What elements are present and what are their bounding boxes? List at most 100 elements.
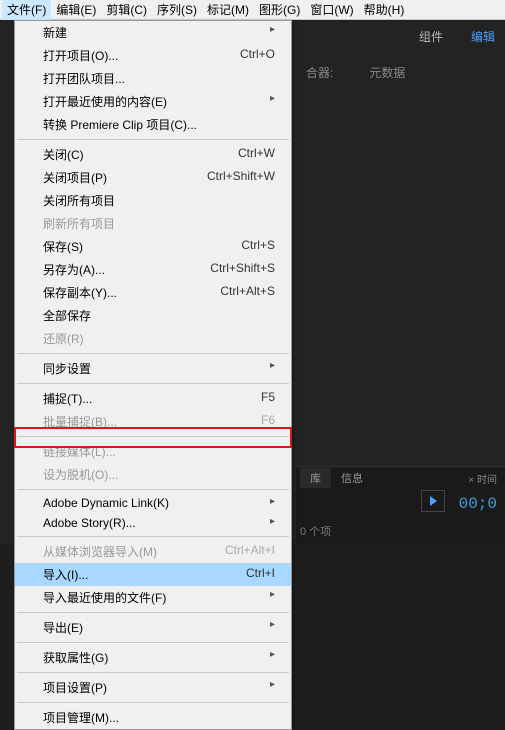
play-button[interactable]: [421, 490, 445, 512]
menu-item[interactable]: 打开团队项目...: [15, 67, 291, 90]
menubar-item[interactable]: 文件(F): [2, 0, 51, 20]
menu-item[interactable]: 导入最近使用的文件(F): [15, 586, 291, 609]
menu-separator: [17, 353, 289, 354]
menu-item-label: 项目设置(P): [43, 679, 270, 696]
menu-item-label: 全部保存: [43, 307, 275, 324]
timecode: 00;0: [459, 495, 497, 513]
bottom-tab[interactable]: 库: [300, 468, 331, 488]
menu-item-label: Adobe Dynamic Link(K): [43, 496, 270, 510]
menubar-item[interactable]: 标记(M): [202, 0, 254, 20]
menu-separator: [17, 489, 289, 490]
timeline-area: 库信息 × 时间 00;0 0 个项: [296, 466, 505, 544]
menu-item[interactable]: 导出(E): [15, 616, 291, 639]
menu-item-label: Adobe Story(R)...: [43, 516, 270, 530]
menu-item-label: 导入最近使用的文件(F): [43, 589, 270, 606]
menu-item[interactable]: 另存为(A)... Ctrl+Shift+S: [15, 258, 291, 281]
menubar-item[interactable]: 编辑(E): [51, 0, 101, 20]
panel-tabs: 组件编辑: [417, 24, 497, 49]
menu-item[interactable]: 导入(I)... Ctrl+I: [15, 563, 291, 586]
menu-separator: [17, 702, 289, 703]
menu-item[interactable]: 获取属性(G): [15, 646, 291, 669]
panel-tab[interactable]: 编辑: [469, 24, 497, 49]
menu-item[interactable]: 项目设置(P): [15, 676, 291, 699]
menu-bar: 文件(F)编辑(E)剪辑(C)序列(S)标记(M)图形(G)窗口(W)帮助(H): [0, 0, 505, 20]
menu-item-label: 同步设置: [43, 360, 270, 377]
menu-item: 链接媒体(L)...: [15, 440, 291, 463]
panel-sublabels: 合器: 元数据: [306, 64, 405, 81]
menu-item-label: 获取属性(G): [43, 649, 270, 666]
menu-item-label: 关闭所有项目: [43, 192, 275, 209]
menu-item-label: 打开最近使用的内容(E): [43, 93, 270, 110]
menu-item[interactable]: 新建: [15, 21, 291, 44]
menu-item-label: 导入(I)...: [43, 566, 226, 583]
menu-item[interactable]: 打开最近使用的内容(E): [15, 90, 291, 113]
menu-item-label: 打开项目(O)...: [43, 47, 220, 64]
menu-item-label: 捕捉(T)...: [43, 390, 241, 407]
menu-item-label: 设为脱机(O)...: [43, 466, 275, 483]
menu-item-shortcut: Ctrl+I: [246, 566, 275, 583]
menu-item-label: 批量捕捉(B)...: [43, 413, 241, 430]
menu-item: 刷新所有项目: [15, 212, 291, 235]
menu-item[interactable]: 保存(S) Ctrl+S: [15, 235, 291, 258]
menu-item-label: 保存(S): [43, 238, 221, 255]
menu-separator: [17, 139, 289, 140]
menu-item: 设为脱机(O)...: [15, 463, 291, 486]
menu-item-shortcut: Ctrl+Shift+S: [210, 261, 275, 278]
menu-item[interactable]: 同步设置: [15, 357, 291, 380]
menubar-item[interactable]: 序列(S): [152, 0, 202, 20]
item-count: 0 个项: [300, 523, 331, 539]
panel-sublabel: 合器:: [306, 64, 333, 81]
menu-item-label: 关闭项目(P): [43, 169, 187, 186]
menu-item: 还原(R): [15, 327, 291, 350]
menu-item-shortcut: Ctrl+Alt+S: [220, 284, 275, 301]
menu-item-label: 保存副本(Y)...: [43, 284, 200, 301]
menu-item-label: 打开团队项目...: [43, 70, 275, 87]
menu-item[interactable]: 保存副本(Y)... Ctrl+Alt+S: [15, 281, 291, 304]
bottom-tab[interactable]: 信息: [333, 468, 371, 488]
menu-item-label: 转换 Premiere Clip 项目(C)...: [43, 116, 275, 133]
menu-item[interactable]: Adobe Story(R)...: [15, 513, 291, 533]
menu-separator: [17, 642, 289, 643]
menu-item-label: 关闭(C): [43, 146, 218, 163]
menu-item[interactable]: 全部保存: [15, 304, 291, 327]
menu-separator: [17, 612, 289, 613]
menu-item-shortcut: Ctrl+S: [241, 238, 275, 255]
bottom-tabs: 库信息 × 时间: [296, 467, 505, 489]
menubar-item[interactable]: 窗口(W): [305, 0, 358, 20]
menu-item: 批量捕捉(B)... F6: [15, 410, 291, 433]
menubar-item[interactable]: 剪辑(C): [101, 0, 152, 20]
menu-item-shortcut: Ctrl+O: [240, 47, 275, 64]
menubar-item[interactable]: 图形(G): [254, 0, 305, 20]
menu-item-shortcut: F5: [261, 390, 275, 407]
menu-item-label: 还原(R): [43, 330, 275, 347]
menu-item-shortcut: F6: [261, 413, 275, 430]
menu-item: 从媒体浏览器导入(M) Ctrl+Alt+I: [15, 540, 291, 563]
panel-sublabel: 元数据: [369, 64, 405, 81]
menu-item-label: 项目管理(M)...: [43, 709, 275, 726]
bottom-controls: 0 个项: [300, 523, 331, 539]
time-label: × 时间: [468, 471, 505, 486]
menu-item[interactable]: 捕捉(T)... F5: [15, 387, 291, 410]
menu-item[interactable]: 打开项目(O)... Ctrl+O: [15, 44, 291, 67]
menu-item[interactable]: 转换 Premiere Clip 项目(C)...: [15, 113, 291, 136]
menu-item-shortcut: Ctrl+W: [238, 146, 275, 163]
menu-item[interactable]: Adobe Dynamic Link(K): [15, 493, 291, 513]
play-icon: [430, 496, 437, 506]
menubar-item[interactable]: 帮助(H): [359, 0, 410, 20]
menu-item-label: 导出(E): [43, 619, 270, 636]
menu-item-label: 刷新所有项目: [43, 215, 275, 232]
menu-item-label: 链接媒体(L)...: [43, 443, 275, 460]
file-menu: 新建打开项目(O)... Ctrl+O 打开团队项目... 打开最近使用的内容(E) 转…: [14, 20, 292, 730]
menu-item-label: 新建: [43, 24, 270, 41]
menu-item[interactable]: 项目管理(M)...: [15, 706, 291, 729]
menu-item-label: 从媒体浏览器导入(M): [43, 543, 205, 560]
menu-item-label: 另存为(A)...: [43, 261, 190, 278]
menu-item[interactable]: 关闭(C) Ctrl+W: [15, 143, 291, 166]
panel-tab[interactable]: 组件: [417, 24, 445, 49]
menu-item[interactable]: 关闭所有项目: [15, 189, 291, 212]
menu-item[interactable]: 关闭项目(P) Ctrl+Shift+W: [15, 166, 291, 189]
menu-item-shortcut: Ctrl+Alt+I: [225, 543, 275, 560]
menu-separator: [17, 672, 289, 673]
menu-separator: [17, 436, 289, 437]
menu-item-shortcut: Ctrl+Shift+W: [207, 169, 275, 186]
